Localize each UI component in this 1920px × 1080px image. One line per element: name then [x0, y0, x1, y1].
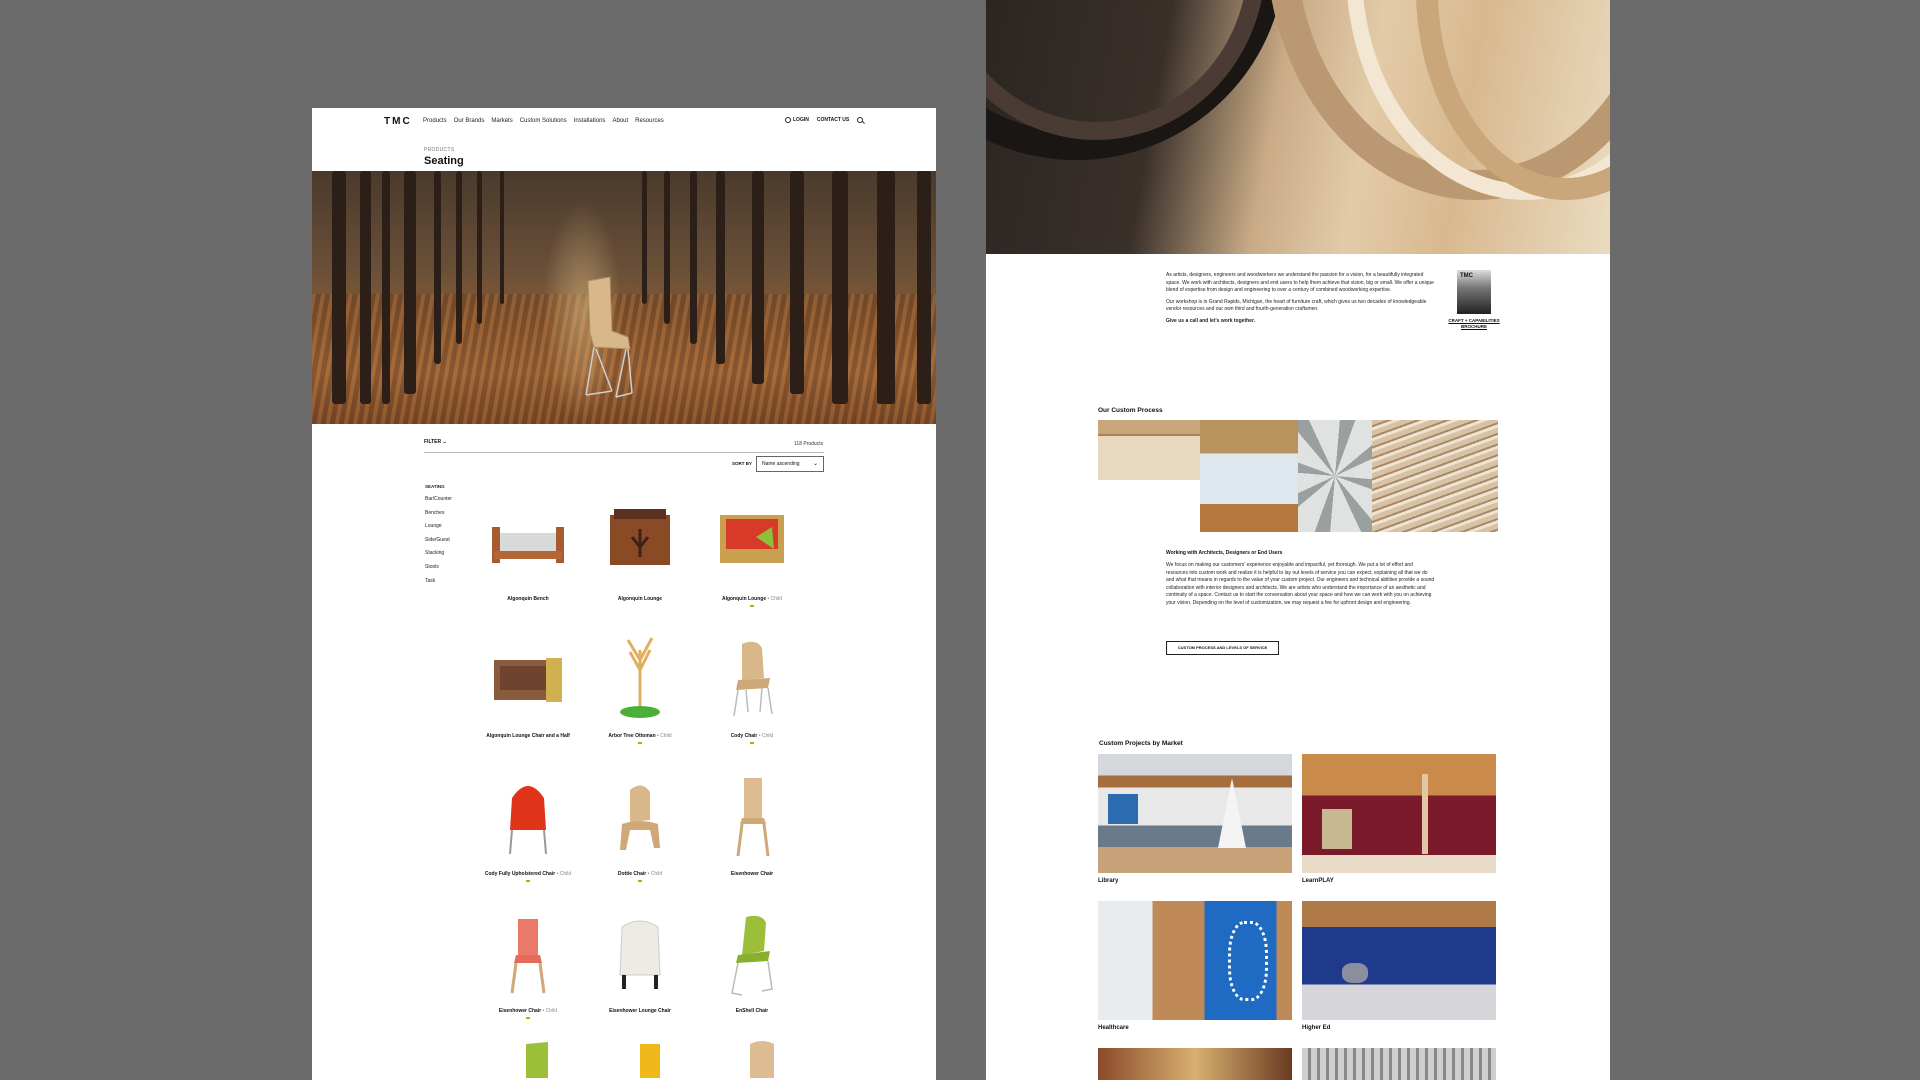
intro-text: As artists, designers, engineers and woo… — [1166, 272, 1434, 324]
learnplay-image — [1302, 754, 1496, 873]
category-bar-counter[interactable]: Bar/Counter — [425, 496, 452, 510]
product-name: Eisenhower Chair — [730, 871, 774, 877]
working-heading: Working with Architects, Designers or En… — [1166, 550, 1283, 556]
brochure-link[interactable]: TMC CRAFT + CAPABILITIES BROCHURE — [1448, 270, 1500, 330]
category-stools[interactable]: Stools — [425, 564, 452, 578]
product-card[interactable]: Algonquin Bench — [473, 493, 583, 623]
product-name: Eisenhower Lounge Chair — [609, 1008, 671, 1014]
product-card[interactable]: Cody Chair • Child — [697, 630, 807, 760]
product-image — [492, 527, 564, 563]
product-image — [509, 786, 547, 855]
project-image — [1098, 1048, 1292, 1080]
product-name: Dottie Chair • Child — [617, 871, 663, 877]
product-image — [620, 785, 660, 850]
nav-installations[interactable]: Installations — [574, 118, 606, 124]
page-title: Seating — [424, 155, 464, 167]
product-card[interactable]: Eisenhower Chair • Child — [473, 905, 583, 1035]
chevron-down-icon: ⌄ — [442, 439, 447, 445]
user-icon[interactable] — [785, 117, 791, 123]
custom-process-button[interactable]: CUSTOM PROCESS AND LEVELS OF SERVICE — [1166, 641, 1279, 655]
seating-page: TMC Products Our Brands Markets Custom S… — [312, 108, 936, 1080]
product-name: Algonquin Lounge • Child — [721, 596, 783, 602]
brochure-cover-image: TMC — [1457, 270, 1491, 314]
category-benches[interactable]: Benches — [425, 510, 452, 524]
product-image — [731, 915, 773, 996]
nav-custom-solutions[interactable]: Custom Solutions — [520, 118, 567, 124]
product-image — [736, 778, 770, 857]
product-card[interactable]: EnShell Chair — [697, 905, 807, 1035]
product-card[interactable]: Eisenhower Lounge Chair — [585, 905, 695, 1035]
login-link[interactable]: LOGIN — [793, 117, 809, 123]
sort-label: SORT BY — [732, 461, 753, 466]
filter-toggle[interactable]: FILTER ⌄ — [424, 439, 447, 445]
chair-image — [585, 276, 633, 398]
working-text: We focus on making our customers' experi… — [1166, 562, 1435, 606]
nav-markets[interactable]: Markets — [491, 118, 512, 124]
product-image — [610, 509, 670, 565]
product-image — [620, 637, 660, 718]
sort-select[interactable]: Name ascending ⌄ — [756, 456, 824, 472]
product-card[interactable]: Algonquin Lounge — [585, 493, 695, 623]
product-image — [526, 1042, 548, 1078]
category-heading: SEATING — [425, 484, 445, 489]
divider — [424, 452, 824, 453]
category-task[interactable]: Task — [425, 578, 452, 592]
contact-link[interactable]: CONTACT US — [817, 117, 849, 123]
project-card-library[interactable]: Library — [1098, 754, 1292, 884]
product-image — [640, 1044, 660, 1078]
chevron-down-icon: ⌄ — [812, 461, 818, 467]
product-image — [510, 919, 546, 994]
product-image — [494, 658, 562, 702]
category-list: SEATING Bar/Counter Benches Lounge Side/… — [425, 484, 452, 591]
higher-ed-image — [1302, 901, 1496, 1020]
product-card[interactable]: Algonquin Lounge • Child — [697, 493, 807, 623]
product-card[interactable]: Eisenhower Chair — [697, 768, 807, 898]
product-name: Arbor Tree Ottoman • Child — [608, 733, 672, 739]
breadcrumb[interactable]: PRODUCTS — [424, 147, 454, 153]
category-side-guest[interactable]: Side/Guest — [425, 537, 452, 551]
category-stacking[interactable]: Stacking — [425, 550, 452, 564]
nav-links: Products Our Brands Markets Custom Solut… — [423, 118, 664, 124]
product-name: Eisenhower Chair • Child — [498, 1008, 558, 1014]
product-name: Algonquin Lounge Chair and a Half — [486, 733, 570, 739]
product-card[interactable]: Arbor Tree Ottoman • Child — [585, 630, 695, 760]
product-image — [619, 920, 661, 989]
nav-resources[interactable]: Resources — [635, 118, 664, 124]
nav-our-brands[interactable]: Our Brands — [454, 118, 485, 124]
nav-products[interactable]: Products — [423, 118, 447, 124]
product-name: Algonquin Lounge — [617, 596, 663, 602]
nav-utility: LOGIN CONTACT US — [785, 117, 864, 123]
healthcare-image — [1098, 901, 1292, 1020]
logo[interactable]: TMC — [384, 116, 412, 127]
product-card[interactable]: Cody Fully Upholstered Chair • Child — [473, 768, 583, 898]
product-image — [750, 1041, 774, 1078]
process-collage-image — [1098, 420, 1498, 532]
library-image — [1098, 754, 1292, 873]
projects-title: Custom Projects by Market — [1099, 740, 1183, 747]
project-card-healthcare[interactable]: Healthcare — [1098, 901, 1292, 1031]
search-icon[interactable] — [857, 117, 864, 123]
category-lounge[interactable]: Lounge — [425, 523, 452, 537]
product-image — [733, 641, 773, 717]
product-name: Cody Chair • Child — [730, 733, 774, 739]
process-title: Our Custom Process — [1098, 407, 1163, 414]
product-name: Cody Fully Upholstered Chair • Child — [484, 871, 572, 877]
product-image — [720, 515, 784, 563]
nav-about[interactable]: About — [612, 118, 628, 124]
top-nav: TMC Products Our Brands Markets Custom S… — [312, 108, 936, 136]
project-image — [1302, 1048, 1496, 1080]
bent-plywood-hero-image — [986, 0, 1610, 254]
custom-solutions-page: As artists, designers, engineers and woo… — [986, 0, 1610, 1080]
working-section: Working with Architects, Designers or En… — [1166, 550, 1436, 607]
product-card[interactable]: Dottie Chair • Child — [585, 768, 695, 898]
product-card[interactable]: Algonquin Lounge Chair and a Half — [473, 630, 583, 760]
product-name: EnShell Chair — [735, 1008, 769, 1014]
project-card-learnplay[interactable]: LearnPLAY — [1302, 754, 1496, 884]
product-name: Algonquin Bench — [507, 596, 549, 602]
product-count: 118 Products — [794, 441, 824, 447]
project-card-higher-ed[interactable]: Higher Ed — [1302, 901, 1496, 1031]
hero-forest-image — [312, 171, 936, 424]
